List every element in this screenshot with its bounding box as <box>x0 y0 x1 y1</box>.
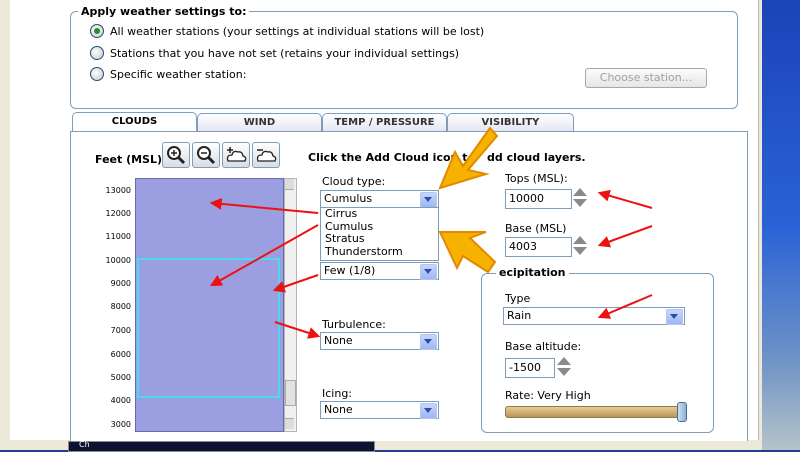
orange-arrow-icon <box>438 126 499 190</box>
red-arrow-icon <box>597 294 653 319</box>
annotation-overlay <box>209 126 653 339</box>
red-arrow-icon <box>274 321 321 339</box>
orange-arrow-icon <box>438 231 497 274</box>
red-arrow-icon <box>597 225 653 248</box>
red-arrow-icon <box>209 197 319 214</box>
red-arrow-icon <box>209 224 319 287</box>
red-arrow-icon <box>272 274 319 293</box>
red-arrow-icon <box>597 189 653 209</box>
